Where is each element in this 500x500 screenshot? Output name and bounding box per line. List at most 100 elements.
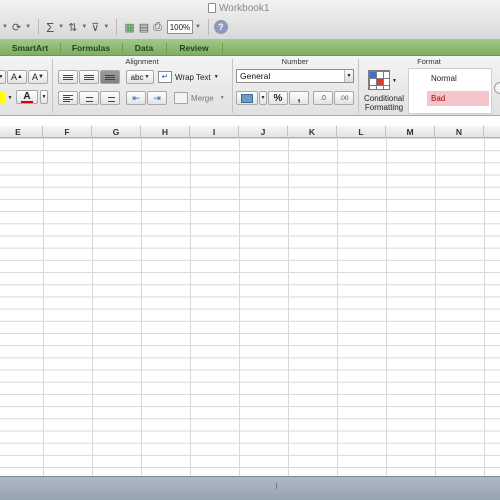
column-header-row: E F G H I J K L M N: [0, 126, 500, 138]
tab-data[interactable]: Data: [124, 40, 164, 56]
styles-scroll-button[interactable]: [494, 82, 500, 94]
decrease-decimal-button[interactable]: .00: [334, 91, 354, 105]
help-icon[interactable]: ?: [213, 20, 228, 34]
highlight-color-swatch[interactable]: [0, 91, 5, 103]
orientation-label: abc: [130, 72, 144, 82]
ribbon: ▼ A ▲ A ▼ ▼ A ▼ Alignment abc ▼ ↵ Wrap Text…: [0, 56, 500, 116]
decrease-decimal-label: .00: [339, 94, 349, 102]
number-format-select[interactable]: General ▼: [236, 69, 354, 83]
currency-button[interactable]: [236, 91, 258, 105]
autosum-icon[interactable]: Σ: [44, 18, 56, 36]
comma-button[interactable]: ,: [289, 91, 309, 105]
merge-button[interactable]: Merge ▼: [174, 91, 225, 105]
wrap-text-icon: ↵: [158, 71, 172, 83]
column-header-i[interactable]: I: [190, 126, 239, 138]
tab-smartart[interactable]: SmartArt: [2, 40, 58, 56]
title-bar: Workbook1 ▼ ⟳ ▼ Σ ▼ ⇅ ▼ ⊽ ▼ ▦ ▤ ⎙ 100% ▼…: [0, 0, 500, 40]
zoom-field[interactable]: 100%: [166, 20, 193, 34]
cell-grid[interactable]: [0, 138, 500, 476]
align-left-icon: [63, 94, 73, 102]
conditional-formatting-dropdown-icon: ▼: [392, 78, 397, 84]
align-center-icon: [84, 95, 94, 102]
document-icon: [208, 3, 216, 13]
align-left-button[interactable]: [58, 91, 78, 105]
redo-icon[interactable]: ⟳: [10, 18, 23, 36]
wrap-text-dropdown-icon: ▼: [213, 74, 219, 80]
font-color-dropdown-icon[interactable]: ▼: [40, 90, 48, 104]
font-color-button[interactable]: A: [16, 90, 38, 104]
toolbox-icon[interactable]: ▤: [137, 18, 151, 36]
number-format-value: General: [240, 71, 271, 81]
conditional-formatting-button[interactable]: ▼ Conditional Formatting: [364, 68, 404, 114]
column-header-h[interactable]: H: [141, 126, 190, 138]
tab-formulas[interactable]: Formulas: [62, 40, 120, 56]
quick-access-toolbar: ▼ ⟳ ▼ Σ ▼ ⇅ ▼ ⊽ ▼ ▦ ▤ ⎙ 100% ▼ ?: [0, 16, 228, 38]
align-right-button[interactable]: [100, 91, 120, 105]
wrap-text-label: Wrap Text: [175, 72, 211, 82]
column-header-n[interactable]: N: [435, 126, 484, 138]
window-title-text: Workbook1: [219, 2, 270, 14]
column-header-g[interactable]: G: [92, 126, 141, 138]
number-format-dropdown-icon[interactable]: ▼: [344, 70, 353, 82]
align-right-icon: [105, 95, 115, 102]
ribbon-tab-bar: SmartArt Formulas Data Review: [0, 40, 500, 56]
percent-button[interactable]: %: [268, 91, 288, 105]
percent-label: %: [273, 92, 283, 104]
merge-label: Merge: [191, 93, 214, 103]
currency-icon: [241, 93, 253, 103]
number-group-label: Number: [281, 57, 309, 66]
increase-decimal-label: .0: [320, 94, 326, 102]
window-title: Workbook1: [208, 2, 269, 14]
increase-font-size-button[interactable]: A ▲: [7, 70, 27, 84]
status-bar-divider: [276, 483, 277, 489]
format-group-label: Format: [417, 57, 441, 66]
merge-dropdown-icon: ▼: [219, 95, 225, 101]
align-center-button[interactable]: [79, 91, 99, 105]
gallery-icon[interactable]: ▦: [122, 18, 136, 36]
column-header-l[interactable]: L: [337, 126, 386, 138]
sort-icon[interactable]: ⇅: [66, 18, 79, 36]
increase-font-icon: ▲: [17, 74, 23, 80]
orientation-button[interactable]: abc ▼: [126, 70, 154, 84]
align-middle-icon: [84, 74, 94, 80]
wrap-text-button[interactable]: ↵ Wrap Text ▼: [158, 70, 219, 84]
column-header-j[interactable]: J: [239, 126, 288, 138]
status-bar: [0, 476, 500, 500]
align-middle-button[interactable]: [79, 70, 99, 84]
align-bottom-icon: [105, 74, 115, 80]
style-bad[interactable]: Bad: [427, 91, 489, 106]
align-bottom-button[interactable]: [100, 70, 120, 84]
tab-review[interactable]: Review: [168, 40, 220, 56]
comma-label: ,: [297, 92, 301, 104]
autosum-dropdown-icon[interactable]: ▼: [58, 24, 64, 30]
style-normal[interactable]: Normal: [427, 71, 489, 86]
column-header-k[interactable]: K: [288, 126, 337, 138]
sort-dropdown-icon[interactable]: ▼: [81, 24, 87, 30]
conditional-formatting-label: Conditional Formatting: [363, 94, 405, 112]
column-header-m[interactable]: M: [386, 126, 435, 138]
decrease-indent-icon: ⇤: [132, 92, 140, 103]
filter-icon[interactable]: ⊽: [89, 18, 101, 36]
merge-icon: [174, 92, 188, 104]
zoom-dropdown-icon[interactable]: ▼: [195, 24, 201, 30]
decrease-font-icon: ▼: [38, 74, 44, 80]
highlight-dropdown-icon[interactable]: ▼: [6, 91, 14, 105]
column-header-e[interactable]: E: [0, 126, 43, 138]
currency-dropdown-icon[interactable]: ▼: [259, 91, 267, 105]
alignment-group-label: Alignment: [125, 57, 159, 66]
decrease-font-size-button[interactable]: A ▼: [28, 70, 48, 84]
conditional-formatting-icon: [368, 70, 390, 90]
increase-decimal-button[interactable]: .0: [313, 91, 333, 105]
undo-dropdown-icon[interactable]: ▼: [2, 24, 8, 30]
align-top-icon: [63, 74, 73, 80]
filter-dropdown-icon[interactable]: ▼: [103, 24, 109, 30]
decrease-indent-button[interactable]: ⇤: [126, 91, 146, 105]
font-size-stepper-button[interactable]: ▼: [0, 70, 6, 84]
increase-indent-icon: ⇥: [153, 92, 161, 103]
increase-indent-button[interactable]: ⇥: [147, 91, 167, 105]
redo-dropdown-icon[interactable]: ▼: [25, 24, 31, 30]
font-color-label: A: [23, 90, 31, 102]
column-header-f[interactable]: F: [43, 126, 92, 138]
print-icon[interactable]: ⎙: [151, 18, 164, 36]
align-top-button[interactable]: [58, 70, 78, 84]
